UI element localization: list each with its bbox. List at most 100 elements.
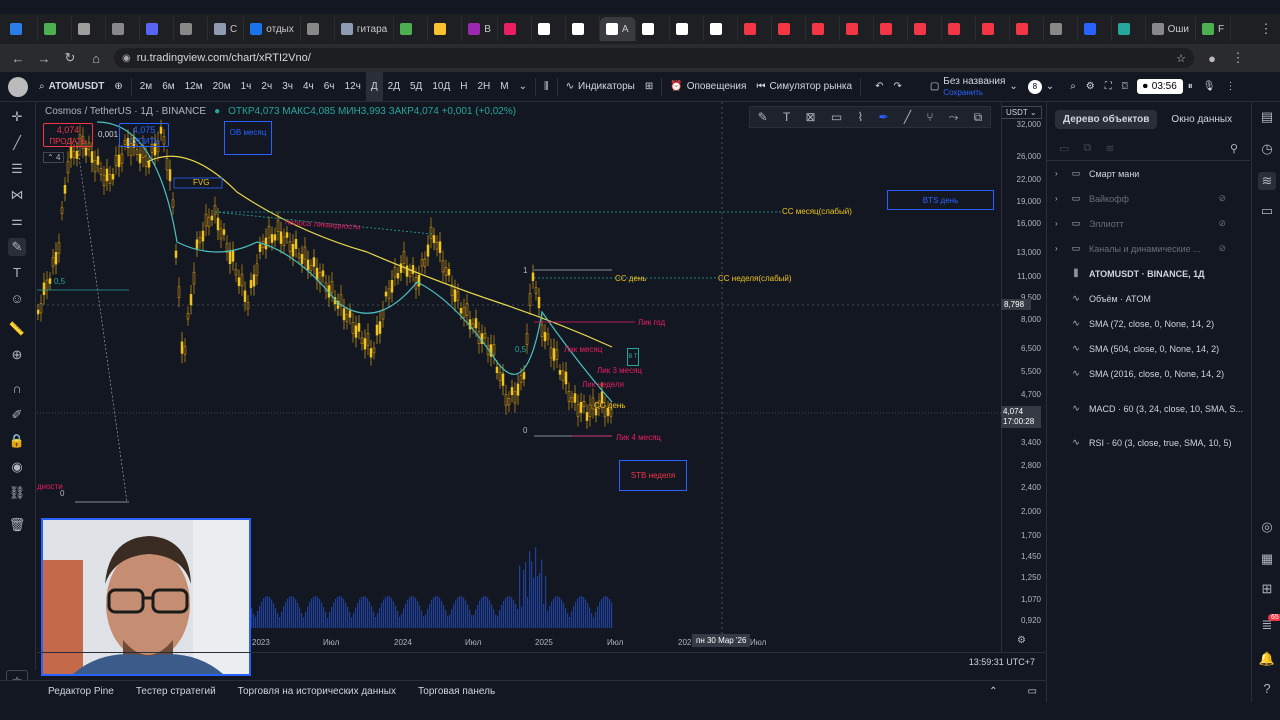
settings-button[interactable]: ⚙ — [1081, 72, 1100, 102]
fork-icon[interactable]: ⑂ — [926, 110, 933, 124]
chevron-right-icon[interactable]: › — [1055, 194, 1063, 203]
browser-tab[interactable] — [174, 17, 208, 41]
browser-tab[interactable] — [840, 17, 874, 41]
pattern-icon[interactable]: ⋈ — [8, 186, 26, 204]
box-icon[interactable]: ⧉ — [974, 110, 983, 125]
chart-type-button[interactable]: ⫼ — [539, 72, 554, 102]
user-avatar[interactable] — [8, 76, 28, 97]
chevron-right-icon[interactable]: › — [1055, 219, 1063, 228]
bt-marker[interactable]: B T — [627, 348, 639, 366]
ruler-icon[interactable]: 📏 — [8, 320, 26, 338]
object-tree-row[interactable]: ∿ MACD · 60 (3, 24, close, 10, SMA, S... — [1047, 396, 1250, 421]
line-icon[interactable]: ╱ — [904, 110, 911, 124]
object-tree-row[interactable]: ∿ SMA (2016, close, 0, None, 14, 2) — [1047, 361, 1250, 386]
browser-tab[interactable] — [670, 17, 704, 41]
object-tree-row[interactable]: › ▭ Каналы и динамические ... ⊘ — [1047, 236, 1250, 261]
browser-tab[interactable] — [636, 17, 670, 41]
zoom-icon[interactable]: ⊕ — [8, 346, 26, 364]
pine-editor-tab[interactable]: Редактор Pine — [48, 686, 114, 697]
strategy-tester-tab[interactable]: Тестер стратегий — [136, 686, 216, 697]
browser-tab[interactable] — [806, 17, 840, 41]
browser-tab[interactable] — [1112, 17, 1146, 41]
buy-button[interactable]: 4,075 КУПИТЬ — [119, 123, 169, 147]
brush-icon[interactable]: ✎ — [8, 238, 26, 256]
object-tree-filter-icon[interactable]: ⚲ — [1230, 142, 1238, 155]
chat-icon[interactable]: ▭ — [1258, 202, 1276, 220]
eye-icon[interactable]: ◉ — [8, 458, 26, 476]
hidden-eye-icon[interactable]: ⊘ — [1218, 193, 1226, 204]
browser-tab[interactable] — [428, 17, 463, 41]
indicators-button[interactable]: ∿ Индикаторы — [561, 72, 640, 102]
object-tree-row[interactable]: › ▭ Эллиотт ⊘ — [1047, 211, 1250, 236]
hidden-eye-icon[interactable]: ⊘ — [1218, 218, 1226, 229]
object-tree-icon[interactable]: ≋ — [1258, 172, 1276, 190]
watchlist-icon[interactable]: ▤ — [1258, 108, 1276, 126]
browser-tab[interactable] — [4, 17, 38, 41]
alerts-button[interactable]: ⏰ Оповещения — [665, 72, 751, 102]
bell-icon[interactable]: 🔔 — [1258, 650, 1276, 668]
browser-tab[interactable] — [908, 17, 942, 41]
interval-button[interactable]: 2м — [135, 72, 157, 102]
tab-data-window[interactable]: Окно данных — [1163, 110, 1240, 129]
window-controls-icon[interactable]: ⋮ — [1258, 21, 1274, 37]
copy-icon[interactable]: ⧉ — [1083, 142, 1091, 155]
stb-week-box[interactable]: STB неделя — [619, 460, 687, 491]
profile-icon[interactable]: ● — [1204, 51, 1220, 66]
historical-trading-tab[interactable]: Торговля на исторических данных — [238, 686, 396, 697]
browser-tab[interactable] — [301, 17, 335, 41]
collapse-indicators-button[interactable]: ⌃ 4 — [43, 152, 65, 163]
browser-tab[interactable] — [976, 17, 1010, 41]
redo-button[interactable]: ↷ — [888, 72, 906, 102]
ob-month-box[interactable]: ОВ месяц — [224, 121, 272, 155]
legend-title[interactable]: Cosmos / TetherUS · 1Д · BINANCE — [45, 106, 206, 117]
object-tree-row[interactable]: ∿ Объём · ATOM — [1047, 286, 1250, 311]
wave-icon[interactable]: ⌇ — [857, 110, 863, 124]
timezone-label[interactable]: 13:59:31 UTC+7 — [969, 657, 1035, 667]
browser-tab[interactable] — [72, 17, 106, 41]
browser-tab[interactable] — [38, 17, 72, 41]
fullscreen-button[interactable]: ⛶ — [1100, 72, 1117, 102]
sell-button[interactable]: 4,074 ПРОДАТЬ — [43, 123, 93, 147]
interval-button[interactable]: 10Д — [427, 72, 455, 102]
browser-tab[interactable] — [704, 17, 738, 41]
quick-search-button[interactable]: ⌕ — [1065, 72, 1081, 102]
object-tree-row[interactable]: ∿ SMA (72, close, 0, None, 14, 2) — [1047, 311, 1250, 336]
price-scale[interactable]: 32,000 26,000 22,000 19,000 16,000 13,000 11,0… — [1001, 102, 1045, 652]
rectangle-icon[interactable]: ▭ — [831, 110, 842, 124]
browser-tab[interactable] — [498, 17, 532, 41]
screenshot-button[interactable]: ⌼ — [1117, 72, 1133, 102]
gear-icon[interactable]: ⚙ — [1017, 635, 1026, 646]
interval-button[interactable]: 4ч — [298, 72, 319, 102]
browser-tab[interactable]: гитара — [335, 17, 395, 41]
bookmark-star-icon[interactable]: ☆ — [1176, 52, 1186, 65]
text-icon[interactable]: T — [783, 110, 790, 124]
object-tree-row[interactable]: › ▭ Смарт мани — [1047, 161, 1250, 186]
brush-icon[interactable]: ✎ — [758, 110, 768, 124]
home-icon[interactable]: ⌂ — [88, 51, 104, 66]
link-icon[interactable]: ⛓ — [8, 484, 26, 502]
emoji-icon[interactable]: ☺ — [8, 290, 26, 308]
browser-tab[interactable] — [1044, 17, 1078, 41]
pencil-lock-icon[interactable]: ✐ — [8, 406, 26, 424]
browser-tab[interactable] — [738, 17, 772, 41]
interval-button[interactable]: 2Н — [472, 72, 495, 102]
browser-tab[interactable] — [106, 17, 140, 41]
calendar-icon[interactable]: ▦ — [1258, 550, 1276, 568]
chevron-up-icon[interactable]: ⌃ — [989, 686, 997, 697]
browser-tab[interactable] — [566, 17, 600, 41]
trading-panel-tab[interactable]: Торговая панель — [418, 686, 495, 697]
pause-button[interactable]: ⏸ — [1183, 72, 1198, 102]
interval-button[interactable]: 2ч — [256, 72, 277, 102]
bts-day-box[interactable]: BTS день — [887, 190, 994, 210]
interval-button[interactable]: 1ч — [236, 72, 257, 102]
interval-button[interactable]: Н — [455, 72, 472, 102]
browser-menu-icon[interactable]: ⋮ — [1230, 50, 1246, 66]
interval-button[interactable]: 3ч — [277, 72, 298, 102]
browser-tab[interactable]: F — [1196, 17, 1232, 41]
browser-tab[interactable]: отдых — [244, 17, 301, 41]
apps-icon[interactable]: ⊞ — [1258, 580, 1276, 598]
interval-button[interactable]: М — [495, 72, 513, 102]
browser-tab[interactable]: A — [599, 17, 636, 41]
interval-button[interactable]: 12ч — [340, 72, 366, 102]
clock-icon[interactable]: ◷ — [1258, 140, 1276, 158]
